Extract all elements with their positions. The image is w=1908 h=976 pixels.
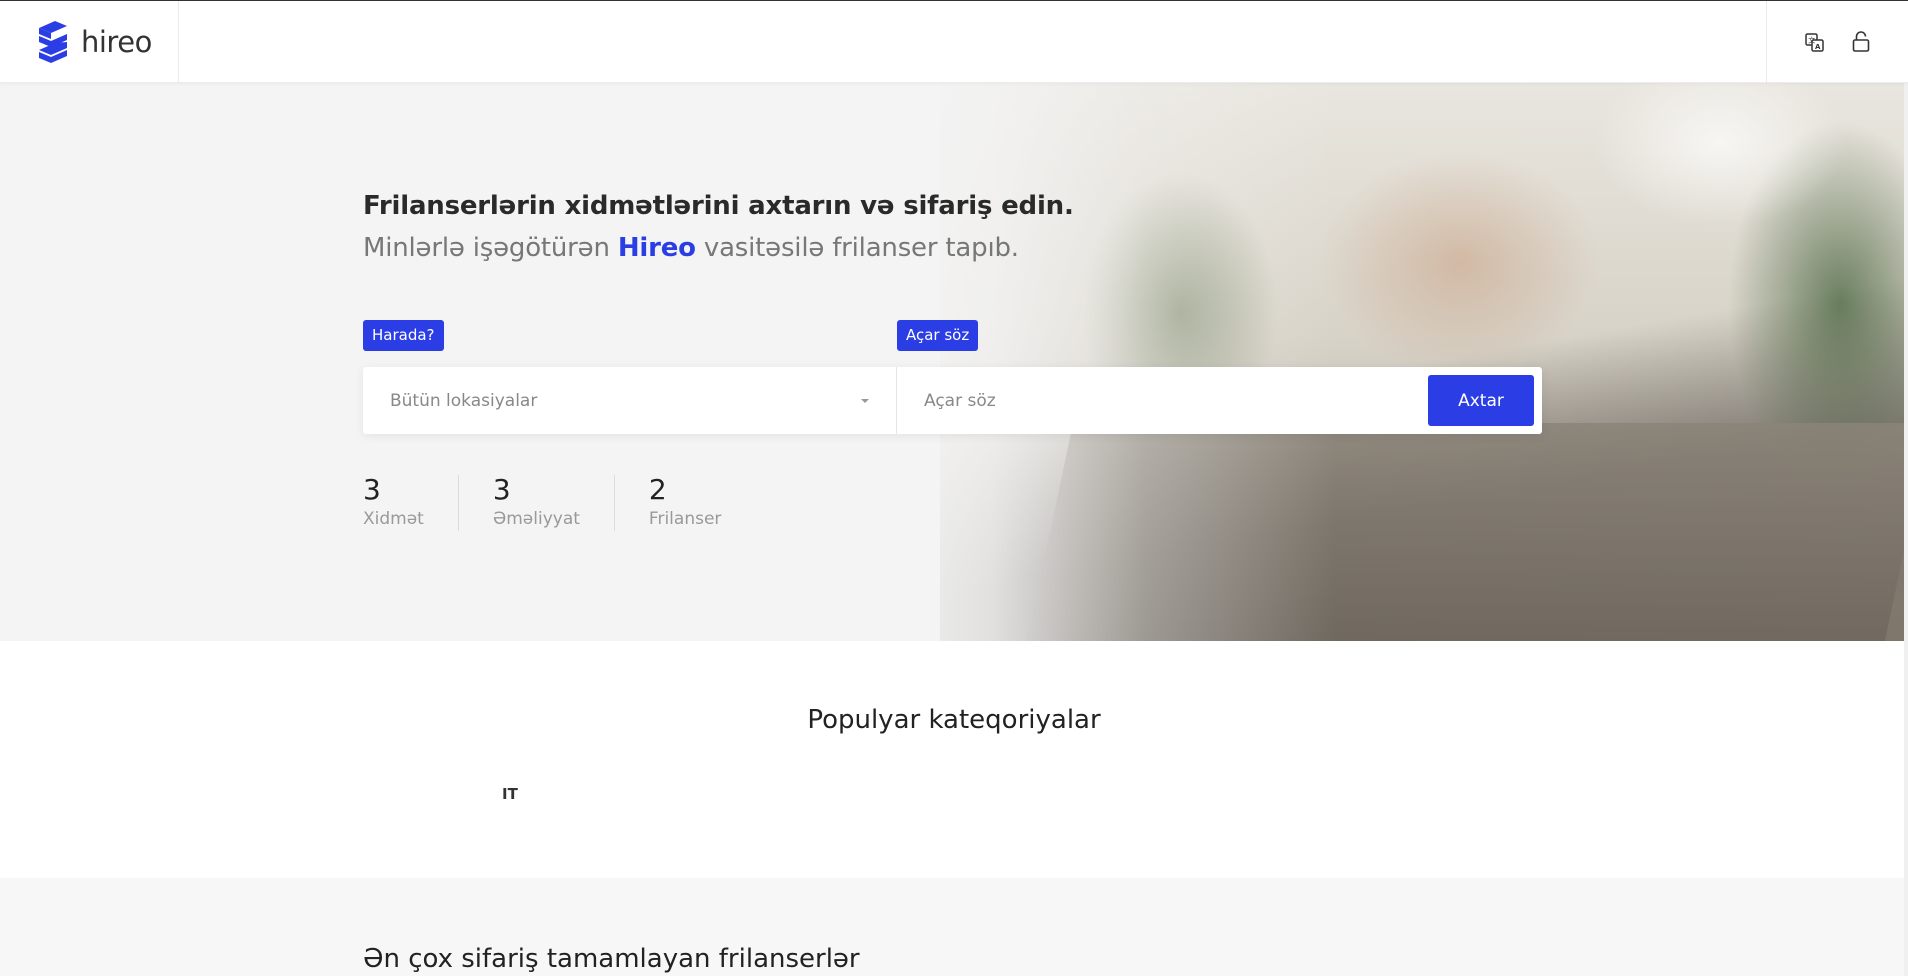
logo-text: hireo [81, 25, 152, 59]
chevron-down-icon [861, 398, 869, 403]
where-label: Harada? [363, 320, 444, 351]
hero-title: Frilanserlərin xidmətlərini axtarın və s… [363, 191, 1074, 221]
translate-icon[interactable]: 文 A [1804, 31, 1826, 53]
hero-subtitle-start: Minlərlə işəgötürən [363, 233, 618, 263]
logo[interactable]: hireo [0, 1, 179, 83]
categories-title: Populyar kateqoriyalar [807, 705, 1101, 735]
search-bar: Bütün lokasiyalar Axtar [363, 367, 1542, 434]
stat-label: Əməliyyat [492, 509, 580, 529]
top-header: hireo 文 A [0, 0, 1908, 83]
stat-value: 3 [492, 473, 511, 506]
stat-label: Frilanser [648, 509, 722, 529]
header-actions: 文 A [1766, 1, 1908, 83]
hero-section: Frilanserlərin xidmətlərini axtarın və s… [0, 83, 1908, 641]
unlock-icon[interactable] [1850, 31, 1872, 53]
location-select-value: Bütün lokasiyalar [390, 390, 538, 411]
search-button[interactable]: Axtar [1428, 375, 1534, 426]
location-select[interactable]: Bütün lokasiyalar [363, 367, 897, 434]
top-freelancers-title: Ən çox sifariş tamamlayan frilanserlər [363, 944, 860, 974]
hero-subtitle: Minlərlə işəgötürən Hireo vasitəsilə fri… [363, 233, 1019, 263]
hero-subtitle-end: vasitəsilə frilanser tapıb. [695, 233, 1019, 263]
svg-text:A: A [1815, 43, 1821, 51]
top-freelancers-section: Ən çox sifariş tamamlayan frilanserlər [0, 878, 1908, 976]
stat-value: 2 [648, 473, 667, 506]
stat-services: 3 Xidmət [363, 475, 459, 531]
keyword-label: Açar söz [897, 320, 979, 351]
hero-fade-overlay [0, 83, 1908, 641]
stats-counters: 3 Xidmət 3 Əməliyyat 2 Frilanser [363, 475, 789, 531]
category-item-it[interactable]: IT [502, 785, 518, 803]
keyword-input[interactable] [924, 390, 1424, 411]
stat-freelancers: 2 Frilanser [649, 475, 755, 531]
hireo-logo-icon [39, 21, 67, 63]
hero-subtitle-brand: Hireo [617, 233, 696, 263]
stat-value: 3 [363, 473, 381, 506]
page-scrollbar[interactable] [1904, 0, 1908, 976]
stat-label: Xidmət [363, 509, 424, 529]
stat-transactions: 3 Əməliyyat [493, 475, 615, 531]
